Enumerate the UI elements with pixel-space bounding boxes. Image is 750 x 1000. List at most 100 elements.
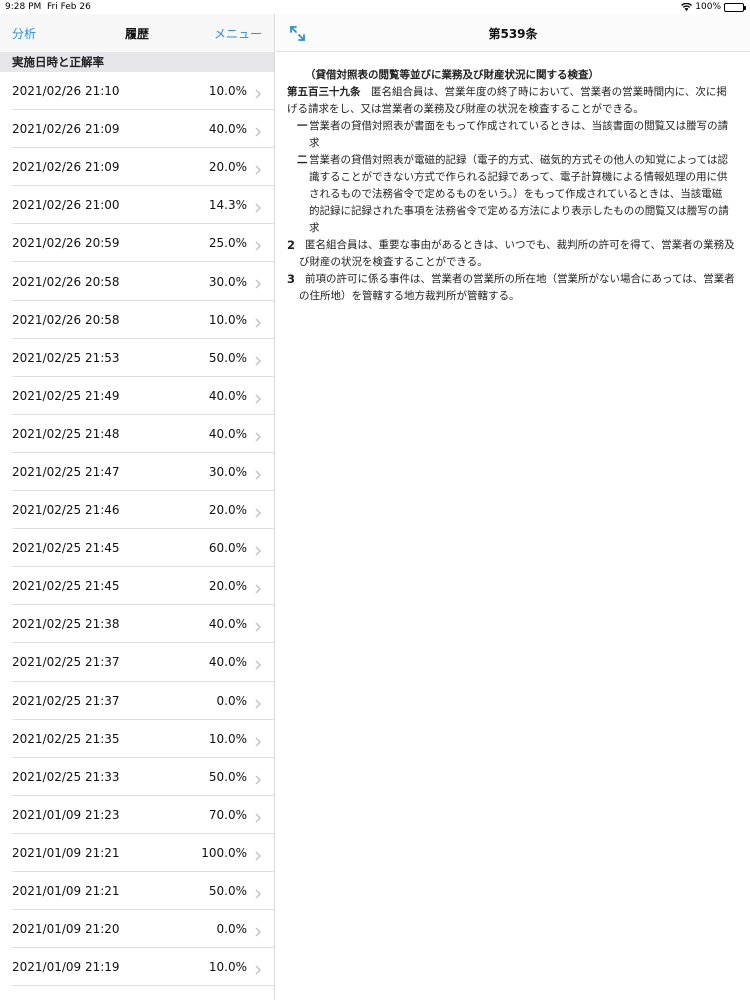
article-sub-paragraph: 3 前項の許可に係る事件は、営業者の営業所の所在地（営業所がない場合にあっては、営…: [287, 271, 736, 305]
row-percentage: 70.0%: [208, 807, 247, 822]
article-item: 二営業者の貸借対照表が電磁的記録（電子的方式、磁気的方式その他人の知覚によっては…: [287, 152, 736, 237]
row-percentage: 40.0%: [208, 426, 247, 441]
item-text: 営業者の貸借対照表が書面をもって作成されているときは、当該書面の閲覧又は謄写の請…: [309, 120, 729, 149]
history-row[interactable]: 2021/02/25 21:45 20.0%: [0, 567, 274, 606]
row-date: 2021/02/25 21:37: [12, 693, 120, 708]
chevron-right-icon: [253, 542, 263, 556]
row-percentage: 100.0%: [201, 845, 247, 860]
row-date: 2021/01/09 21:20: [12, 922, 120, 937]
chevron-right-icon: [253, 885, 263, 899]
history-row[interactable]: 2021/02/26 21:10 10.0%: [0, 72, 274, 111]
row-date: 2021/01/09 21:19: [12, 960, 120, 975]
row-date: 2021/02/26 21:09: [12, 160, 120, 175]
row-date: 2021/02/26 21:10: [12, 84, 120, 99]
row-percentage: 10.0%: [208, 84, 247, 99]
chevron-right-icon: [253, 847, 263, 861]
row-date: 2021/02/25 21:45: [12, 541, 120, 556]
history-row[interactable]: 2021/02/25 21:33 50.0%: [0, 758, 274, 796]
history-row[interactable]: 2021/02/26 20:59 25.0%: [0, 224, 274, 263]
article-paragraph-1: 第五百三十九条 匿名組合員は、営業年度の終了時において、営業者の営業時間内に、次…: [287, 84, 736, 118]
chevron-right-icon: [253, 428, 263, 442]
row-date: 2021/02/26 20:59: [12, 236, 120, 251]
row-date: 2021/02/25 21:48: [12, 426, 120, 441]
row-date: 2021/01/09 21:21: [12, 845, 120, 860]
article-number: 第五百三十九条: [287, 86, 361, 98]
chevron-right-icon: [253, 771, 263, 785]
chevron-right-icon: [253, 923, 263, 937]
chevron-right-icon: [253, 314, 263, 328]
row-percentage: 10.0%: [208, 731, 247, 746]
row-date: 2021/02/26 20:58: [12, 274, 120, 289]
article-caption: （貸借対照表の閲覧等並びに業務及び財産状況に関する検査）: [305, 69, 599, 81]
history-row[interactable]: 2021/01/09 21:20 0.0%: [0, 910, 274, 949]
history-row[interactable]: 2021/02/25 21:47 30.0%: [0, 453, 274, 492]
row-percentage: 14.3%: [208, 198, 247, 213]
row-percentage: 20.0%: [208, 503, 247, 518]
history-row[interactable]: 2021/02/25 21:46 20.0%: [0, 491, 274, 530]
history-row[interactable]: 2021/02/25 21:48 40.0%: [0, 415, 274, 454]
sub-paragraph-list: 2 匿名組合員は、重要な事由があるときは、いつでも、裁判所の許可を得て、営業者の業…: [287, 237, 736, 305]
history-row[interactable]: 2021/02/26 20:58 30.0%: [0, 262, 274, 301]
article-body: （貸借対照表の閲覧等並びに業務及び財産状況に関する検査） 第五百三十九条 匿名組…: [276, 52, 750, 305]
battery-percent: 100%: [695, 2, 721, 12]
row-date: 2021/02/25 21:46: [12, 503, 120, 518]
history-row[interactable]: 2021/01/09 21:21 50.0%: [0, 872, 274, 911]
item-text: 営業者の貸借対照表が電磁的記録（電子的方式、磁気的方式その他人の知覚によっては認…: [309, 154, 729, 234]
history-row[interactable]: 2021/02/26 21:00 14.3%: [0, 186, 274, 225]
row-percentage: 0.0%: [216, 693, 248, 708]
chevron-right-icon: [253, 352, 263, 366]
article-sub-paragraph: 2 匿名組合員は、重要な事由があるときは、いつでも、裁判所の許可を得て、営業者の業…: [287, 237, 736, 271]
history-row[interactable]: 2021/02/25 21:37 0.0%: [0, 682, 274, 720]
chevron-right-icon: [253, 733, 263, 747]
article-nav-bar: 第539条: [276, 14, 750, 52]
history-row[interactable]: 2021/02/26 20:58 10.0%: [0, 301, 274, 339]
chevron-right-icon: [253, 123, 263, 137]
row-percentage: 25.0%: [208, 236, 247, 251]
history-row[interactable]: 2021/02/26 21:09 20.0%: [0, 148, 274, 187]
chevron-right-icon: [253, 961, 263, 975]
row-percentage: 60.0%: [208, 541, 247, 556]
section-header: 実施日時と正解率: [0, 52, 274, 72]
history-row[interactable]: 2021/02/26 21:09 40.0%: [0, 110, 274, 149]
paragraph-text: 匿名組合員は、重要な事由があるときは、いつでも、裁判所の許可を得て、営業者の業務…: [299, 239, 735, 268]
item-number: 二: [297, 154, 308, 166]
chevron-right-icon: [253, 161, 263, 175]
chevron-right-icon: [253, 618, 263, 632]
row-date: 2021/02/25 21:49: [12, 388, 120, 403]
chevron-right-icon: [253, 809, 263, 823]
row-percentage: 10.0%: [208, 960, 247, 975]
chevron-right-icon: [253, 275, 263, 289]
row-date: 2021/02/25 21:38: [12, 617, 120, 632]
chevron-right-icon: [253, 390, 263, 404]
history-row[interactable]: 2021/02/25 21:45 60.0%: [0, 529, 274, 568]
row-date: 2021/02/25 21:35: [12, 731, 120, 746]
row-date: 2021/02/25 21:45: [12, 579, 120, 594]
chevron-right-icon: [253, 85, 263, 99]
history-nav-bar: 分析 履歴 メニュー: [0, 14, 274, 52]
row-date: 2021/02/25 21:47: [12, 464, 120, 479]
history-row[interactable]: 2021/02/25 21:35 10.0%: [0, 720, 274, 758]
history-row[interactable]: 2021/02/25 21:37 40.0%: [0, 643, 274, 682]
row-percentage: 50.0%: [208, 884, 247, 899]
article-pane: 第539条 （貸借対照表の閲覧等並びに業務及び財産状況に関する検査） 第五百三十…: [276, 14, 750, 1000]
chevron-right-icon: [253, 695, 263, 709]
row-percentage: 30.0%: [208, 464, 247, 479]
battery-icon: [724, 2, 746, 12]
history-row[interactable]: 2021/02/25 21:53 50.0%: [0, 339, 274, 377]
row-date: 2021/02/25 21:53: [12, 350, 120, 365]
history-row[interactable]: 2021/02/25 21:38 40.0%: [0, 605, 274, 644]
history-row[interactable]: 2021/02/25 21:49 40.0%: [0, 377, 274, 415]
history-row[interactable]: 2021/01/09 21:19 10.0%: [0, 948, 274, 987]
row-percentage: 50.0%: [208, 350, 247, 365]
row-date: 2021/02/25 21:37: [12, 655, 120, 670]
row-date: 2021/01/09 21:23: [12, 807, 120, 822]
row-percentage: 50.0%: [208, 769, 247, 784]
row-percentage: 30.0%: [208, 274, 247, 289]
item-list: 一営業者の貸借対照表が書面をもって作成されているときは、当該書面の閲覧又は謄写の…: [287, 118, 736, 237]
history-row[interactable]: 2021/01/09 21:21 100.0%: [0, 834, 274, 873]
paragraph-number: 2: [287, 238, 296, 252]
menu-button[interactable]: メニュー: [214, 25, 262, 42]
chevron-right-icon: [253, 504, 263, 518]
history-row[interactable]: 2021/01/09 21:23 70.0%: [0, 796, 274, 834]
status-date: Fri Feb 26: [47, 2, 91, 12]
